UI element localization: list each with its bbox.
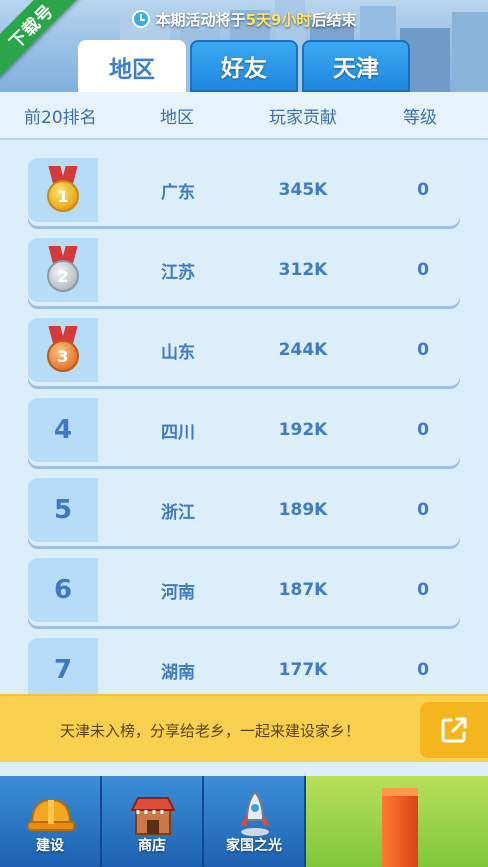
tab-city[interactable]: 天津 xyxy=(302,40,410,92)
contribution-cell: 189K xyxy=(278,500,328,520)
tab-friends[interactable]: 好友 xyxy=(190,40,298,92)
level-cell: 0 xyxy=(417,260,429,280)
contribution-cell: 312K xyxy=(278,260,328,280)
notice-countdown: 5天9小时 xyxy=(245,10,312,29)
nav-build-button[interactable]: 建设 xyxy=(0,776,102,867)
medal-rank: 1 xyxy=(47,180,79,212)
bottom-nav: 建设 商店 家国之光 xyxy=(0,776,488,867)
level-cell: 0 xyxy=(417,420,429,440)
bronze-medal-icon: 3 xyxy=(43,326,83,374)
contribution-cell: 192K xyxy=(278,420,328,440)
region-cell: 湖南 xyxy=(161,662,195,683)
contribution-cell: 177K xyxy=(278,660,328,680)
region-cell: 河南 xyxy=(161,582,195,603)
tab-city-label: 天津 xyxy=(333,56,379,82)
contribution-cell: 345K xyxy=(278,180,328,200)
share-message: 天津未入榜，分享给老乡，一起来建设家乡！ xyxy=(59,721,360,740)
share-button[interactable] xyxy=(420,702,488,758)
rank-cell: 6 xyxy=(28,558,98,622)
rank-cell: 5 xyxy=(28,478,98,542)
header-contribution: 玩家贡献 xyxy=(269,107,337,128)
level-cell: 0 xyxy=(417,500,429,520)
rank-cell: 2 xyxy=(28,238,98,302)
build-scene-preview[interactable] xyxy=(306,776,488,867)
table-row[interactable]: 4 四川 192K 0 xyxy=(28,398,460,466)
hardhat-icon xyxy=(27,798,75,831)
rocket-icon xyxy=(240,790,270,836)
contribution-cell: 187K xyxy=(278,580,328,600)
rank-cell: 3 xyxy=(28,318,98,382)
gold-medal-icon: 1 xyxy=(43,166,83,214)
rank-cell: 7 xyxy=(28,638,98,694)
nav-shop-button[interactable]: 商店 xyxy=(102,776,204,867)
rank-cell: 4 xyxy=(28,398,98,462)
event-countdown-notice: 本期活动将于 5天9小时 后结束 xyxy=(0,8,488,30)
share-icon xyxy=(441,717,467,743)
region-cell: 广东 xyxy=(161,182,195,203)
share-bar: 天津未入榜，分享给老乡，一起来建设家乡！ xyxy=(0,694,488,762)
header-rank: 前20排名 xyxy=(24,107,97,128)
region-cell: 浙江 xyxy=(161,502,195,523)
level-cell: 0 xyxy=(417,340,429,360)
leaderboard-list[interactable]: 1 广东 345K 0 2 江苏 312K 0 3 山东 244K 0 4 四川… xyxy=(0,142,488,694)
tab-region-label: 地区 xyxy=(109,57,155,83)
nav-build-label: 建设 xyxy=(36,838,64,854)
level-cell: 0 xyxy=(417,580,429,600)
table-row[interactable]: 6 河南 187K 0 xyxy=(28,558,460,626)
rank-number: 6 xyxy=(53,575,73,605)
tab-friends-label: 好友 xyxy=(221,56,267,82)
header-level: 等级 xyxy=(403,107,437,128)
table-row[interactable]: 5 浙江 189K 0 xyxy=(28,478,460,546)
region-cell: 山东 xyxy=(161,342,195,363)
rank-number: 4 xyxy=(53,415,73,445)
notice-prefix: 本期活动将于 xyxy=(155,10,246,29)
level-cell: 0 xyxy=(417,660,429,680)
nav-shop-label: 商店 xyxy=(138,838,166,854)
shop-icon xyxy=(130,797,176,835)
rank-cell: 1 xyxy=(28,158,98,222)
table-row[interactable]: 7 湖南 177K 0 xyxy=(28,638,460,694)
region-cell: 四川 xyxy=(161,422,195,443)
rank-number: 5 xyxy=(53,495,73,525)
medal-rank: 2 xyxy=(47,260,79,292)
level-cell: 0 xyxy=(417,180,429,200)
rank-number: 7 xyxy=(53,655,73,685)
top-banner: 本期活动将于 5天9小时 后结束 下载号 地区 好友 天津 xyxy=(0,0,488,92)
nav-glory-button[interactable]: 家国之光 xyxy=(204,776,306,867)
clock-icon xyxy=(131,10,150,28)
medal-rank: 3 xyxy=(47,340,79,372)
table-row[interactable]: 2 江苏 312K 0 xyxy=(28,238,460,306)
table-row[interactable]: 1 广东 345K 0 xyxy=(28,158,460,226)
tower-pillar xyxy=(382,788,418,867)
table-row[interactable]: 3 山东 244K 0 xyxy=(28,318,460,386)
region-cell: 江苏 xyxy=(161,262,195,283)
silver-medal-icon: 2 xyxy=(43,246,83,294)
nav-glory-label: 家国之光 xyxy=(226,838,282,854)
notice-suffix: 后结束 xyxy=(311,10,357,29)
header-region: 地区 xyxy=(160,107,194,128)
contribution-cell: 244K xyxy=(278,340,328,360)
tab-region[interactable]: 地区 xyxy=(78,40,186,92)
leaderboard-header: 前20排名 地区 玩家贡献 等级 xyxy=(0,92,488,140)
